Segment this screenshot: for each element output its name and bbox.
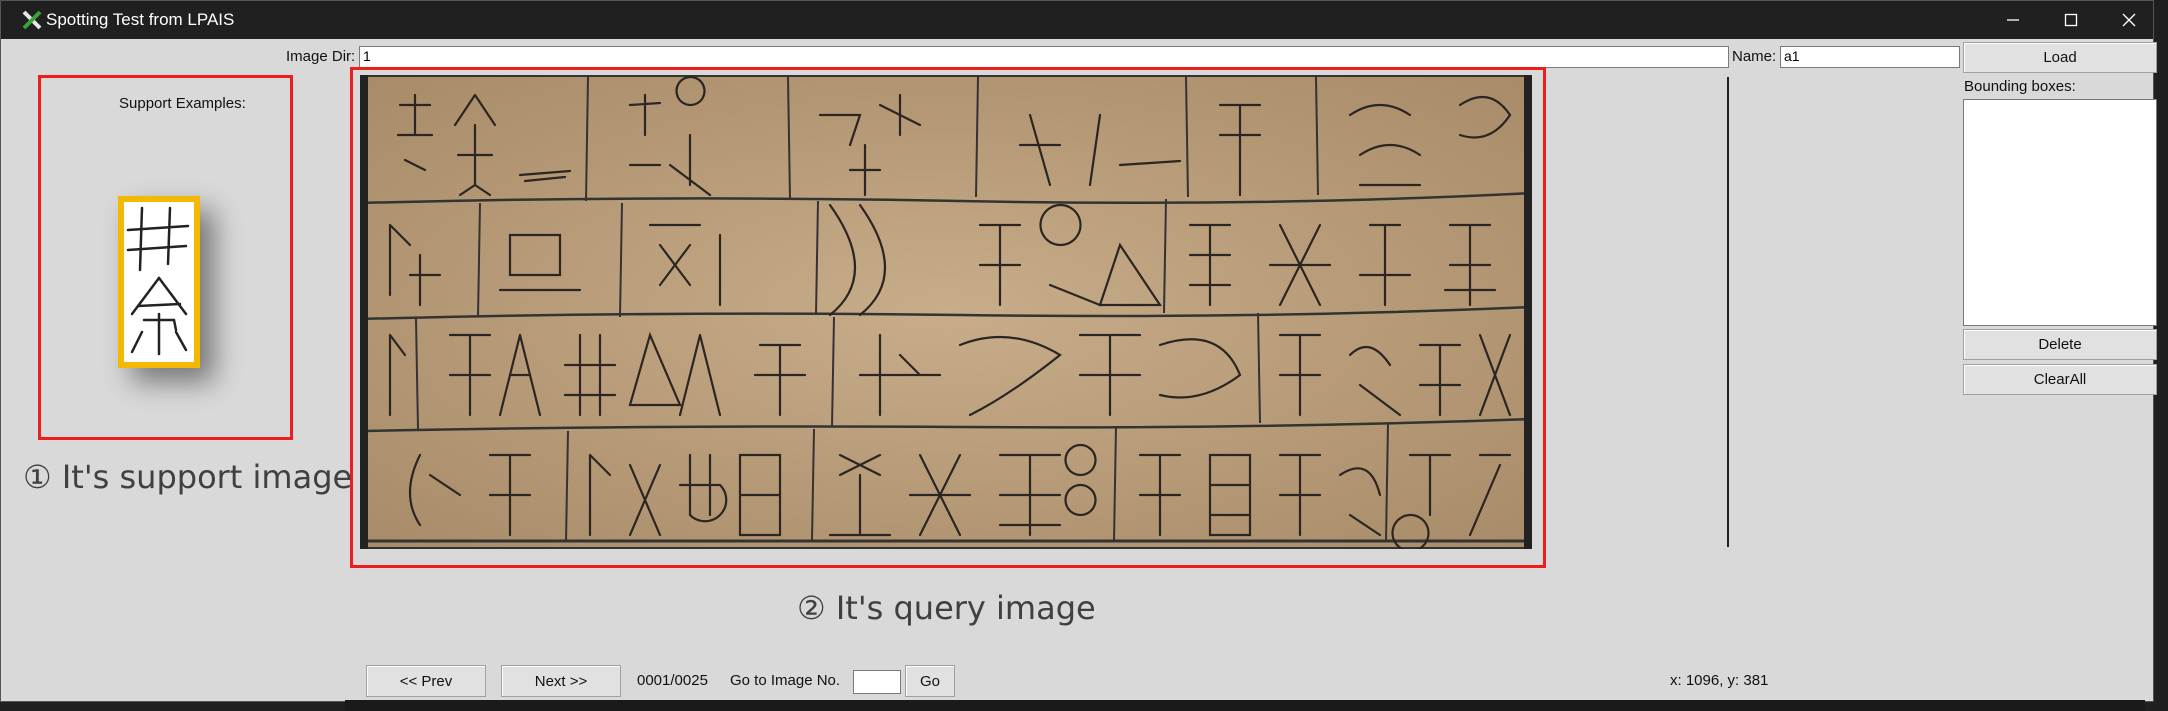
load-button[interactable]: Load (1963, 42, 2157, 73)
query-image[interactable] (360, 75, 1532, 549)
image-dir-label: Image Dir: (286, 48, 356, 65)
x-logo-icon (22, 10, 42, 30)
oracle-glyph-image (126, 206, 190, 356)
support-annotation: ① It's support image (23, 458, 353, 496)
canvas-separator (1727, 77, 1729, 547)
support-examples-label: Support Examples: (119, 95, 246, 112)
name-label: Name: (1732, 48, 1777, 65)
title-bar: Spotting Test from LPAIS (1, 1, 2153, 39)
image-counter: 0001/0025 (637, 672, 708, 689)
image-dir-input[interactable]: 1 (359, 46, 1729, 68)
bounding-boxes-list[interactable] (1963, 99, 2157, 326)
prev-button[interactable]: << Prev (366, 665, 486, 697)
minimize-icon (2007, 19, 2019, 21)
goto-label: Go to Image No. (730, 672, 841, 689)
maximize-button[interactable] (2041, 1, 2101, 39)
maximize-icon (2064, 13, 2078, 27)
name-input[interactable]: a1 (1780, 46, 1960, 68)
window-title: Spotting Test from LPAIS (46, 10, 235, 29)
clear-all-button[interactable]: ClearAll (1963, 364, 2157, 395)
bounding-boxes-label: Bounding boxes: (1964, 78, 2076, 95)
background-terminal (345, 700, 2145, 711)
delete-button[interactable]: Delete (1963, 329, 2157, 360)
cursor-position: x: 1096, y: 381 (1670, 672, 1769, 689)
goto-input[interactable] (853, 670, 901, 694)
minimize-button[interactable] (1983, 1, 2043, 39)
go-button[interactable]: Go (905, 665, 955, 697)
close-icon (2122, 13, 2136, 27)
app-window: Spotting Test from LPAIS Image Dir: 1 Na… (0, 0, 2157, 702)
close-button[interactable] (2099, 1, 2159, 39)
oracle-bone-scan-image (360, 75, 1532, 549)
support-example-image[interactable] (118, 196, 200, 368)
next-button[interactable]: Next >> (501, 665, 621, 697)
query-annotation: ② It's query image (797, 589, 1096, 627)
